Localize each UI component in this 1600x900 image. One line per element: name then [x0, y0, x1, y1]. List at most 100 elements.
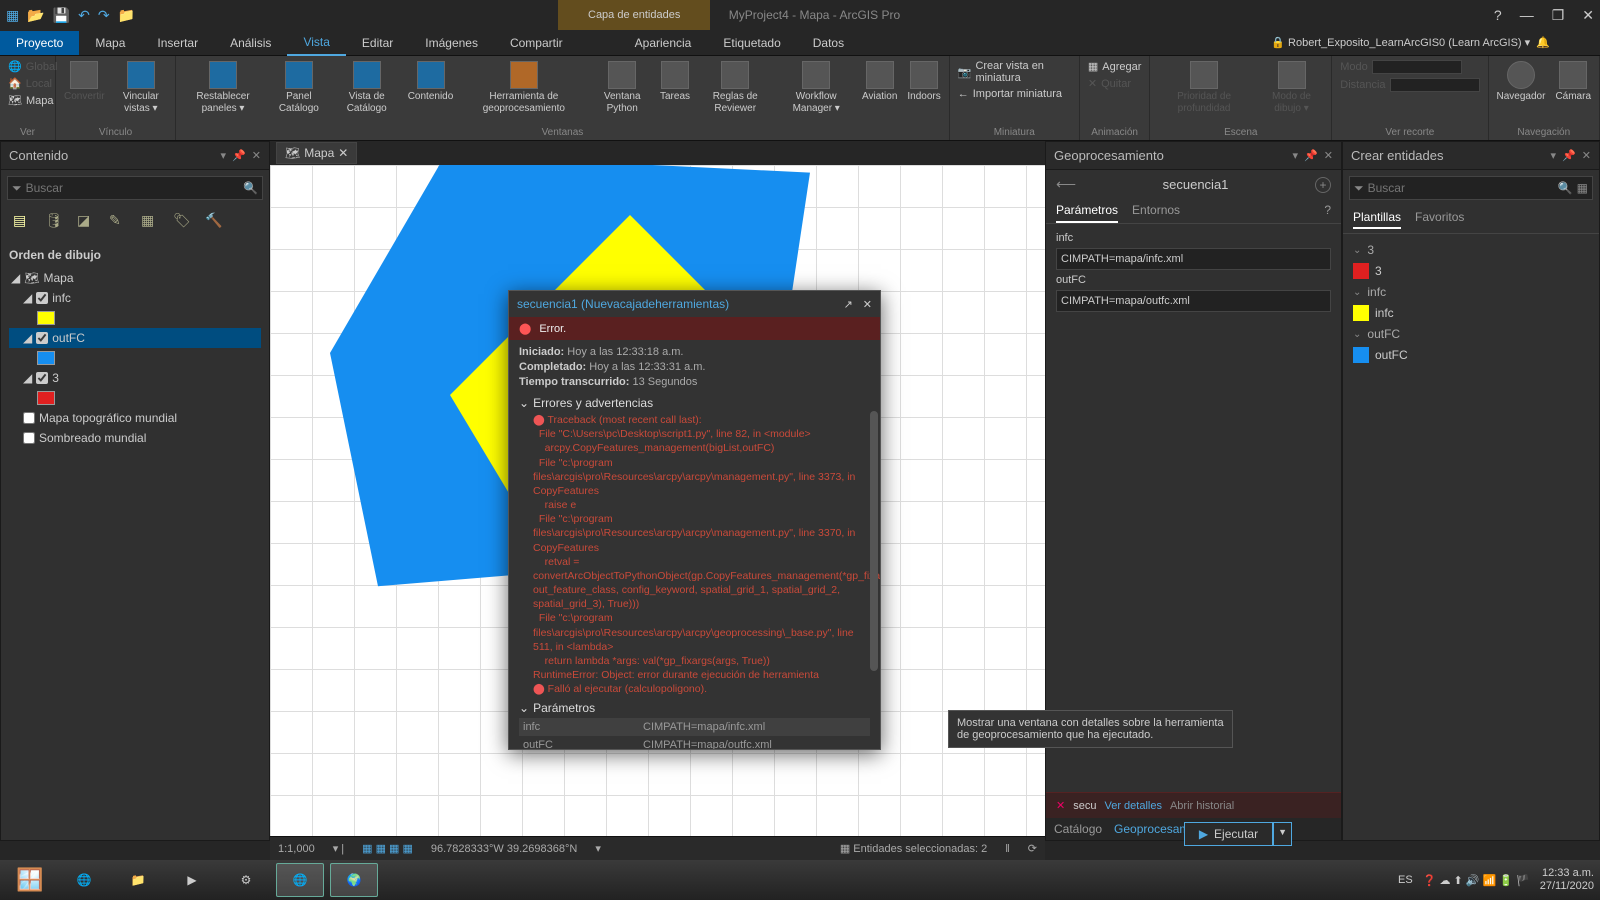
close-pane-icon[interactable]: ✕ — [1324, 149, 1333, 162]
tab-parametros[interactable]: Parámetros — [1056, 199, 1118, 223]
btn-restablecer-paneles[interactable]: Restablecer paneles ▾ — [182, 59, 264, 117]
tray-icons[interactable]: ❓ ☁ ⬆ 🔊 📶 🔋 🏴 — [1423, 874, 1530, 887]
close-pane-icon[interactable]: ✕ — [1582, 149, 1591, 162]
tree-map-root[interactable]: ◢🗺 Mapa — [9, 268, 261, 288]
taskbar-chrome2[interactable]: 🌐 — [276, 863, 324, 897]
cf-item-outfc[interactable]: outFC — [1353, 344, 1589, 366]
maximize-icon[interactable]: ❐ — [1552, 7, 1565, 24]
cf-item-infc[interactable]: infc — [1353, 302, 1589, 324]
grid-icon[interactable]: ▦ — [1577, 181, 1588, 195]
tree-3[interactable]: ◢ 3 — [9, 368, 261, 388]
btab-catalogo[interactable]: Catálogo — [1054, 822, 1102, 836]
tab-analisis[interactable]: Análisis — [214, 31, 287, 55]
status-coords-dropdown[interactable]: ▾ — [595, 842, 601, 855]
filter-icon[interactable]: ⏷ — [1354, 181, 1364, 196]
project-icon[interactable]: ▦ — [6, 7, 19, 24]
tab-apariencia[interactable]: Apariencia — [619, 31, 708, 55]
btn-vincular-vistas[interactable]: Vincular vistas ▾ — [113, 59, 170, 117]
taskbar-settings[interactable]: ⚙ — [222, 863, 270, 897]
pin-icon[interactable]: 📌 — [1304, 149, 1318, 162]
close-dialog-icon[interactable]: ✕ — [863, 298, 872, 311]
help-icon[interactable]: ? — [1324, 199, 1331, 223]
taskbar-explorer[interactable]: 📁 — [114, 863, 162, 897]
redo-icon[interactable]: ↷ — [98, 7, 110, 24]
undo-icon[interactable]: ↶ — [78, 7, 90, 24]
tree-outfc[interactable]: ◢ outFC — [9, 328, 261, 348]
start-button[interactable]: 🪟 — [6, 863, 54, 897]
dialog-param-outfc[interactable]: outFCCIMPATH=mapa/outfc.xml — [519, 736, 870, 749]
list-by-snapping-icon[interactable]: ▦ — [141, 212, 161, 232]
gp-ver-detalles[interactable]: Ver detalles — [1104, 800, 1161, 812]
list-by-source-icon[interactable]: 🛢 — [45, 212, 65, 232]
tree-shade[interactable]: Sombreado mundial — [9, 428, 261, 448]
tab-vista[interactable]: Vista — [287, 30, 345, 56]
list-by-labeling-icon[interactable]: 🏷 — [173, 212, 193, 232]
btn-crear-miniatura[interactable]: 📷 Crear vista en miniatura — [956, 59, 1073, 85]
section-errors[interactable]: ⌄Errores y advertencias — [519, 391, 870, 413]
status-tool-icons[interactable]: ▦ ▦ ▦ ▦ — [362, 842, 413, 855]
tab-imagenes[interactable]: Imágenes — [409, 31, 494, 55]
btn-geoprocesamiento[interactable]: Herramienta de geoprocesamiento — [461, 59, 586, 117]
cf-search-input[interactable] — [1368, 181, 1554, 195]
run-dropdown[interactable]: ▼ — [1273, 822, 1292, 846]
contents-search[interactable]: ⏷ 🔍 — [7, 176, 263, 200]
search-input[interactable] — [26, 181, 239, 195]
pin-icon[interactable]: 📌 — [232, 149, 246, 162]
refresh-icon[interactable]: ⟳ — [1028, 842, 1037, 855]
tab-etiquetado[interactable]: Etiquetado — [707, 31, 796, 55]
btn-agregar-animacion[interactable]: ▦ Agregar — [1086, 59, 1144, 74]
gp-abrir-historial[interactable]: Abrir historial — [1170, 800, 1234, 812]
list-by-editing-icon[interactable]: ✎ — [109, 212, 129, 232]
taskbar-media[interactable]: ▶ — [168, 863, 216, 897]
tree-infc-swatch[interactable] — [9, 308, 261, 328]
btn-indoors[interactable]: Indoors — [905, 59, 942, 105]
minimize-icon[interactable]: — — [1520, 7, 1534, 24]
status-scale-dropdown[interactable]: ▾ | — [333, 842, 344, 855]
ver-mapa[interactable]: 🗺 Mapa — [6, 93, 49, 108]
tree-3-swatch[interactable] — [9, 388, 261, 408]
btn-panel-catalogo[interactable]: Panel Catálogo — [270, 59, 328, 117]
cf-group-3[interactable]: ⌄3 — [1353, 240, 1589, 260]
save-icon[interactable]: 💾 — [53, 7, 70, 24]
tab-favoritos[interactable]: Favoritos — [1415, 210, 1464, 229]
dropdown-icon[interactable]: ▾ — [221, 149, 227, 162]
btn-tareas[interactable]: Tareas — [658, 59, 692, 105]
user-account[interactable]: 🔒 Robert_Exposito_LearnArcGIS0 (Learn Ar… — [1271, 36, 1550, 49]
tab-compartir[interactable]: Compartir — [494, 31, 579, 55]
tab-insertar[interactable]: Insertar — [141, 31, 214, 55]
list-by-selection-icon[interactable]: ◪ — [77, 212, 97, 232]
btn-vista-catalogo[interactable]: Vista de Catálogo — [334, 59, 400, 117]
btn-camara[interactable]: Cámara — [1553, 59, 1593, 105]
close-pane-icon[interactable]: ✕ — [252, 149, 261, 162]
tray-time[interactable]: 12:33 a.m. — [1540, 867, 1594, 880]
list-by-drawing-order-icon[interactable]: ▤ — [13, 212, 33, 232]
tree-infc[interactable]: ◢ infc — [9, 288, 261, 308]
tab-editar[interactable]: Editar — [346, 31, 409, 55]
tab-mapa[interactable]: Mapa — [79, 31, 141, 55]
pin-icon[interactable]: 📌 — [1562, 149, 1576, 162]
cf-search[interactable]: ⏷ 🔍 ▦ — [1349, 176, 1593, 200]
add-icon[interactable]: + — [1315, 177, 1331, 193]
dialog-param-infc[interactable]: infcCIMPATH=mapa/infc.xml — [519, 718, 870, 736]
tray-lang[interactable]: ES — [1398, 874, 1413, 886]
status-selection[interactable]: ▦ Entidades seleccionadas: 2 — [840, 842, 987, 855]
help-icon[interactable]: ? — [1494, 7, 1502, 24]
search-icon[interactable]: 🔍 — [1558, 181, 1573, 195]
close-tab-icon[interactable]: ✕ — [338, 146, 348, 160]
run-button[interactable]: ▶Ejecutar — [1184, 822, 1273, 846]
param-infc-input[interactable] — [1056, 248, 1331, 270]
btn-ventana-python[interactable]: Ventana Python — [592, 59, 652, 117]
tray-date[interactable]: 27/11/2020 — [1540, 880, 1594, 893]
cf-item-3[interactable]: 3 — [1353, 260, 1589, 282]
status-scale[interactable]: 1:1,000 — [278, 843, 315, 855]
dropdown-icon[interactable]: ▾ — [1551, 149, 1557, 162]
list-by-perception-icon[interactable]: 🔨 — [205, 212, 225, 232]
open-icon[interactable]: 📂 — [27, 7, 44, 24]
btn-aviation[interactable]: Aviation — [860, 59, 899, 105]
tab-entornos[interactable]: Entornos — [1132, 199, 1180, 223]
popout-icon[interactable]: ↗ — [844, 298, 853, 311]
btn-importar-miniatura[interactable]: ← Importar miniatura — [956, 87, 1073, 101]
scrollbar[interactable] — [870, 411, 878, 671]
taskbar-chrome[interactable]: 🌐 — [60, 863, 108, 897]
cf-group-infc[interactable]: ⌄infc — [1353, 282, 1589, 302]
